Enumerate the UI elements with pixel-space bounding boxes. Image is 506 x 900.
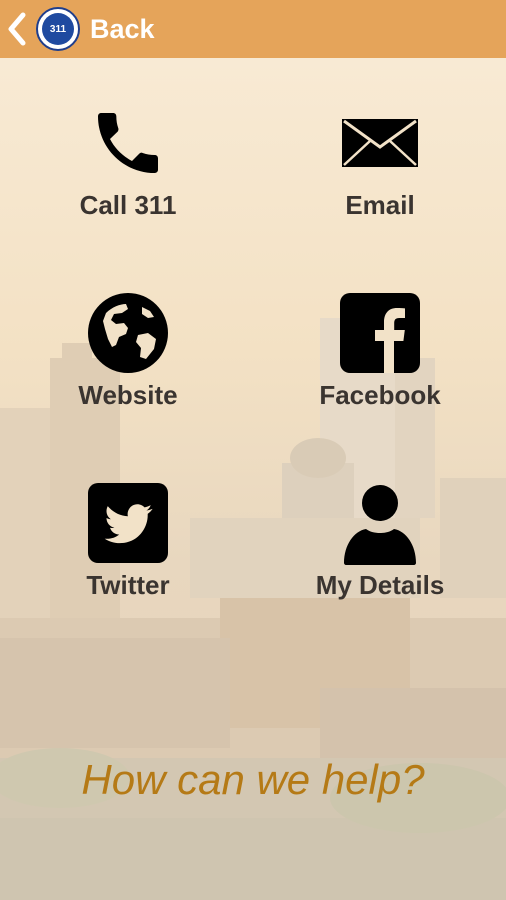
twitter-label: Twitter — [86, 570, 170, 600]
twitter-button[interactable]: Twitter — [28, 478, 228, 628]
my-details-button[interactable]: My Details — [280, 478, 480, 628]
back-label: Back — [90, 13, 155, 44]
phone-icon — [83, 98, 173, 188]
globe-icon — [83, 288, 173, 378]
website-label: Website — [78, 380, 178, 410]
facebook-icon — [335, 288, 425, 378]
chevron-left-icon — [6, 11, 28, 47]
facebook-button[interactable]: Facebook — [280, 288, 480, 438]
website-button[interactable]: Website — [28, 288, 228, 438]
twitter-icon — [83, 478, 173, 568]
email-button[interactable]: Email — [280, 98, 480, 248]
call-311-label: Call 311 — [79, 190, 177, 220]
email-label: Email — [345, 190, 415, 220]
help-tagline: How can we help? — [81, 756, 425, 803]
call-311-button[interactable]: Call 311 — [28, 98, 228, 248]
logo-text: 311 — [42, 13, 74, 45]
envelope-icon — [335, 98, 425, 188]
person-icon — [335, 478, 425, 568]
back-button[interactable]: 311 Back — [0, 0, 155, 58]
facebook-label: Facebook — [319, 380, 441, 410]
top-bar: 311 Back — [0, 0, 506, 58]
my-details-label: My Details — [315, 570, 445, 600]
city-311-logo: 311 — [36, 7, 80, 51]
